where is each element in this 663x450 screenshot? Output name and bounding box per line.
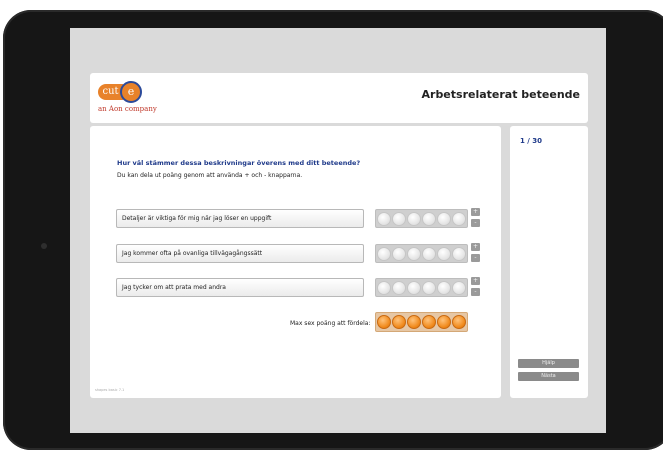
minus-button-3[interactable]: - bbox=[471, 288, 480, 296]
question-panel: Hur väl stämmer dessa beskrivningar över… bbox=[90, 126, 501, 398]
points-display-2 bbox=[375, 244, 468, 263]
empty-point-dot bbox=[422, 211, 436, 226]
header-bar: cut e an Aon company Arbetsrelaterat bet… bbox=[90, 73, 588, 123]
available-point-dot bbox=[407, 315, 421, 329]
page-title: Arbetsrelaterat beteende bbox=[421, 88, 581, 101]
empty-point-dot bbox=[452, 280, 466, 295]
version-label: shapes basic 7.1 bbox=[95, 388, 125, 392]
empty-point-dot bbox=[437, 211, 451, 226]
empty-point-dot bbox=[452, 211, 466, 226]
empty-point-dot bbox=[392, 211, 406, 226]
points-display-3 bbox=[375, 278, 468, 297]
side-panel: 1 / 30 Hjälp Nästa bbox=[510, 126, 588, 398]
empty-point-dot bbox=[377, 211, 391, 226]
remaining-points-display bbox=[375, 312, 468, 332]
plus-button-2[interactable]: + bbox=[471, 243, 480, 251]
cute-logo: cut e an Aon company bbox=[98, 81, 168, 119]
camera-dot bbox=[41, 243, 47, 249]
question-prompt: Hur väl stämmer dessa beskrivningar över… bbox=[117, 159, 361, 167]
empty-point-dot bbox=[392, 280, 406, 295]
statement-3: Jag tycker om att prata med andra bbox=[116, 278, 364, 297]
plus-button-1[interactable]: + bbox=[471, 208, 480, 216]
empty-point-dot bbox=[377, 280, 391, 295]
statement-2: Jag kommer ofta på ovanliga tillvägagång… bbox=[116, 244, 364, 263]
available-point-dot bbox=[437, 315, 451, 329]
next-button[interactable]: Nästa bbox=[518, 372, 579, 381]
empty-point-dot bbox=[452, 246, 466, 261]
points-stepper-2: + - bbox=[471, 243, 480, 262]
empty-point-dot bbox=[437, 280, 451, 295]
empty-point-dot bbox=[407, 211, 421, 226]
plus-button-3[interactable]: + bbox=[471, 277, 480, 285]
minus-button-1[interactable]: - bbox=[471, 219, 480, 227]
empty-point-dot bbox=[377, 246, 391, 261]
empty-point-dot bbox=[392, 246, 406, 261]
available-point-dot bbox=[377, 315, 391, 329]
empty-point-dot bbox=[407, 280, 421, 295]
empty-point-dot bbox=[407, 246, 421, 261]
empty-point-dot bbox=[437, 246, 451, 261]
empty-point-dot bbox=[422, 280, 436, 295]
help-button[interactable]: Hjälp bbox=[518, 359, 579, 368]
points-display-1 bbox=[375, 209, 468, 228]
statement-1: Detaljer är viktiga för mig när jag löse… bbox=[116, 209, 364, 228]
tablet-screen: cut e an Aon company Arbetsrelaterat bet… bbox=[70, 28, 606, 433]
progress-counter: 1 / 30 bbox=[520, 137, 543, 145]
logo-e-icon: e bbox=[120, 81, 142, 103]
points-stepper-3: + - bbox=[471, 277, 480, 296]
points-stepper-1: + - bbox=[471, 208, 480, 227]
empty-point-dot bbox=[422, 246, 436, 261]
minus-button-2[interactable]: - bbox=[471, 254, 480, 262]
logo-subtitle: an Aon company bbox=[98, 105, 157, 113]
question-instruction: Du kan dela ut poäng genom att använda +… bbox=[117, 172, 303, 179]
available-point-dot bbox=[452, 315, 466, 329]
available-point-dot bbox=[392, 315, 406, 329]
available-point-dot bbox=[422, 315, 436, 329]
max-points-label: Max sex poäng att fördela: bbox=[290, 320, 371, 327]
